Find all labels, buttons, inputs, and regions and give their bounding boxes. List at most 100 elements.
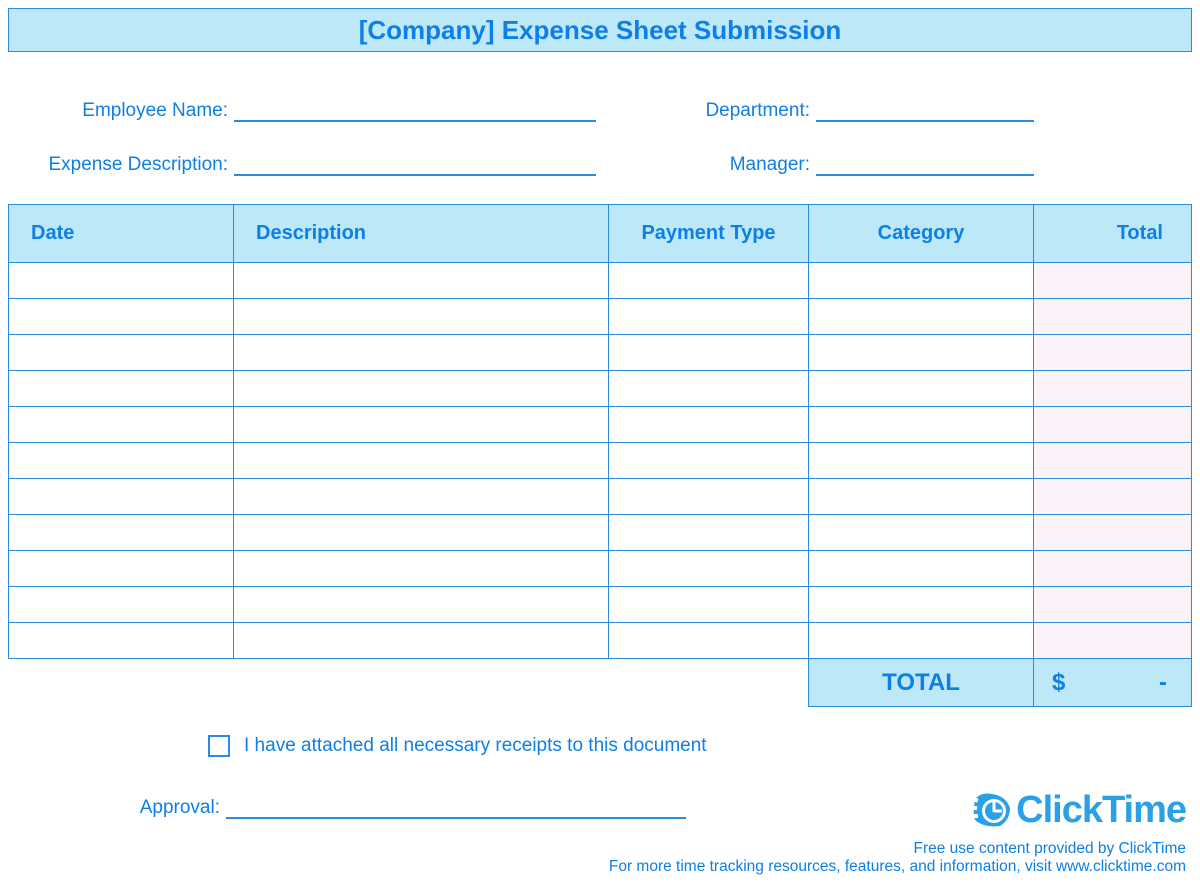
cell-category[interactable] [809,335,1034,371]
table-row [9,335,1192,371]
col-description: Description [234,205,609,263]
cell-category[interactable] [809,623,1034,659]
receipts-confirmation: I have attached all necessary receipts t… [8,707,1192,757]
cell-category[interactable] [809,407,1034,443]
cell-total[interactable] [1034,371,1192,407]
cell-date[interactable] [9,479,234,515]
employee-name-field: Employee Name: [16,100,616,122]
manager-input[interactable] [816,156,1034,176]
table-row [9,407,1192,443]
brand-logo: ClickTime [609,789,1186,832]
cell-description[interactable] [234,335,609,371]
receipts-checkbox[interactable] [208,735,230,757]
cell-total[interactable] [1034,551,1192,587]
cell-description[interactable] [234,623,609,659]
cell-payment_type[interactable] [609,335,809,371]
table-row [9,443,1192,479]
footer: ClickTime Free use content provided by C… [609,789,1186,876]
footer-line2: For more time tracking resources, featur… [609,858,1186,876]
cell-category[interactable] [809,263,1034,299]
cell-description[interactable] [234,551,609,587]
manager-label: Manager: [686,154,816,176]
cell-total[interactable] [1034,479,1192,515]
table-row [9,623,1192,659]
expense-description-field: Expense Description: [16,154,616,176]
cell-payment_type[interactable] [609,623,809,659]
cell-payment_type[interactable] [609,551,809,587]
cell-payment_type[interactable] [609,407,809,443]
expense-table: Date Description Payment Type Category T… [8,204,1192,659]
table-row [9,587,1192,623]
cell-description[interactable] [234,479,609,515]
cell-date[interactable] [9,407,234,443]
employee-name-label: Employee Name: [16,100,234,122]
cell-date[interactable] [9,443,234,479]
expense-description-label: Expense Description: [16,154,234,176]
footer-line1: Free use content provided by ClickTime [609,840,1186,858]
table-row [9,551,1192,587]
cell-category[interactable] [809,479,1034,515]
cell-total[interactable] [1034,299,1192,335]
employee-name-input[interactable] [234,102,596,122]
cell-payment_type[interactable] [609,515,809,551]
cell-total[interactable] [1034,335,1192,371]
grand-total-label: TOTAL [809,659,1034,707]
approval-label: Approval: [130,797,226,819]
grand-total: TOTAL $ - [808,659,1192,707]
cell-date[interactable] [9,299,234,335]
table-row [9,371,1192,407]
cell-date[interactable] [9,335,234,371]
grand-total-amount: $ - [1034,659,1192,707]
col-category: Category [809,205,1034,263]
cell-payment_type[interactable] [609,479,809,515]
table-row [9,263,1192,299]
total-value: - [1159,669,1167,697]
cell-date[interactable] [9,551,234,587]
department-input[interactable] [816,102,1034,122]
clicktime-icon [970,790,1012,832]
header-fields: Employee Name: Department: Expense Descr… [8,52,1192,204]
col-date: Date [9,205,234,263]
cell-payment_type[interactable] [609,299,809,335]
cell-payment_type[interactable] [609,371,809,407]
expense-description-input[interactable] [234,156,596,176]
currency-symbol: $ [1052,669,1065,697]
department-field: Department: [616,100,1184,122]
cell-description[interactable] [234,263,609,299]
cell-date[interactable] [9,515,234,551]
cell-description[interactable] [234,407,609,443]
cell-date[interactable] [9,263,234,299]
cell-payment_type[interactable] [609,263,809,299]
cell-total[interactable] [1034,443,1192,479]
cell-total[interactable] [1034,263,1192,299]
cell-category[interactable] [809,551,1034,587]
cell-date[interactable] [9,587,234,623]
cell-date[interactable] [9,623,234,659]
cell-description[interactable] [234,515,609,551]
cell-category[interactable] [809,299,1034,335]
cell-category[interactable] [809,443,1034,479]
cell-description[interactable] [234,587,609,623]
cell-total[interactable] [1034,623,1192,659]
cell-category[interactable] [809,371,1034,407]
cell-payment_type[interactable] [609,587,809,623]
cell-description[interactable] [234,371,609,407]
cell-date[interactable] [9,371,234,407]
table-row [9,299,1192,335]
cell-category[interactable] [809,515,1034,551]
col-payment-type: Payment Type [609,205,809,263]
cell-description[interactable] [234,443,609,479]
department-label: Department: [686,100,816,122]
cell-total[interactable] [1034,407,1192,443]
cell-payment_type[interactable] [609,443,809,479]
cell-description[interactable] [234,299,609,335]
cell-total[interactable] [1034,515,1192,551]
cell-category[interactable] [809,587,1034,623]
receipts-label: I have attached all necessary receipts t… [244,735,707,757]
brand-name: ClickTime [1016,789,1186,832]
manager-field: Manager: [616,154,1184,176]
table-row [9,515,1192,551]
cell-total[interactable] [1034,587,1192,623]
col-total: Total [1034,205,1192,263]
page-title: [Company] Expense Sheet Submission [8,8,1192,52]
